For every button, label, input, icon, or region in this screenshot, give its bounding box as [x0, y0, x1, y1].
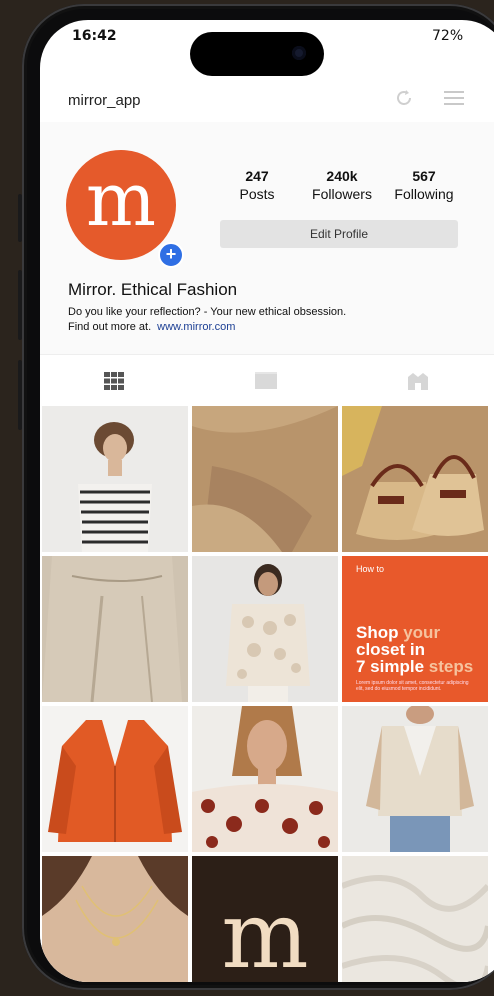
- promo-line3-b: steps: [428, 657, 474, 676]
- promo-fine-print: Lorem ipsum dolor sit amet, consectetur …: [356, 680, 469, 692]
- post-necklace: [42, 856, 188, 946]
- avatar[interactable]: m: [66, 150, 176, 260]
- promo-headline: Shop your closet in 7 simple steps: [356, 624, 473, 675]
- profile-name: Mirror. Ethical Fashion: [68, 280, 238, 299]
- grid-icon[interactable]: [102, 371, 126, 391]
- stat-posts[interactable]: 247 Posts: [226, 168, 288, 202]
- website-link[interactable]: www.mirror.com: [157, 321, 235, 333]
- post-grid: How to Shop your closet in 7 simple step…: [40, 406, 494, 982]
- grid-post[interactable]: [192, 556, 338, 702]
- status-time: 16:42: [72, 28, 117, 44]
- feed-icon[interactable]: [254, 371, 278, 391]
- app-title: mirror_app: [68, 92, 141, 109]
- post-straw-bags: [342, 406, 488, 552]
- phone-side-button: [18, 360, 22, 430]
- edit-profile-button[interactable]: Edit Profile: [220, 220, 458, 248]
- promo-line3-a: 7 simple: [356, 657, 429, 676]
- phone-side-button: [18, 194, 22, 242]
- grid-post[interactable]: m: [192, 856, 338, 982]
- grid-post[interactable]: [42, 856, 188, 982]
- stat-following-value: 567: [412, 168, 436, 184]
- bio-line-1: Do you like your reflection? - Your new …: [68, 306, 347, 318]
- profile-tabs: [40, 354, 494, 408]
- grid-post[interactable]: [42, 556, 188, 702]
- post-beige-vest: [366, 706, 474, 852]
- grid-post[interactable]: [42, 406, 188, 552]
- stat-followers-value: 240k: [326, 168, 358, 184]
- post-beige-sleeve: [192, 406, 338, 552]
- post-orange-blazer: [48, 720, 182, 842]
- stat-followers[interactable]: 240k Followers: [302, 168, 382, 202]
- post-woman-striped-top: [78, 422, 152, 552]
- stat-following[interactable]: 567 Following: [384, 168, 464, 202]
- promo-kicker: How to: [356, 564, 385, 574]
- grid-post[interactable]: [342, 856, 488, 982]
- status-battery: 72%: [432, 28, 464, 44]
- stat-posts-label: Posts: [239, 186, 275, 202]
- refresh-icon[interactable]: [394, 88, 414, 108]
- stat-posts-value: 247: [245, 168, 269, 184]
- phone-side-button: [18, 270, 22, 340]
- stat-following-label: Following: [394, 186, 454, 202]
- camera-icon: [292, 46, 306, 60]
- tagged-icon[interactable]: [406, 371, 430, 391]
- profile-header: m + 247 Posts 240k Followers 567 Followi…: [40, 122, 494, 354]
- post-crochet-cardigan: [226, 564, 310, 702]
- logo-monogram: m: [221, 882, 309, 982]
- bio-line-2: Find out more at. www.mirror.com: [68, 321, 235, 333]
- grid-post[interactable]: [342, 706, 488, 852]
- bio-line-2-text: Find out more at.: [68, 321, 152, 333]
- grid-post[interactable]: [342, 406, 488, 552]
- post-floral-blouse: [192, 706, 338, 852]
- dynamic-island: [190, 32, 324, 76]
- grid-post[interactable]: [192, 706, 338, 852]
- post-linen-fabric: [342, 875, 488, 982]
- post-beige-trousers: [42, 556, 182, 702]
- screen: 16:42 72% mirror_app m + 247 Posts 240k …: [40, 20, 494, 982]
- add-story-button[interactable]: +: [158, 242, 184, 268]
- stat-followers-label: Followers: [312, 186, 372, 202]
- grid-post[interactable]: How to Shop your closet in 7 simple step…: [342, 556, 488, 702]
- menu-icon[interactable]: [444, 91, 464, 105]
- app-bar: mirror_app: [40, 78, 494, 123]
- grid-post[interactable]: [192, 406, 338, 552]
- grid-post[interactable]: [42, 706, 188, 852]
